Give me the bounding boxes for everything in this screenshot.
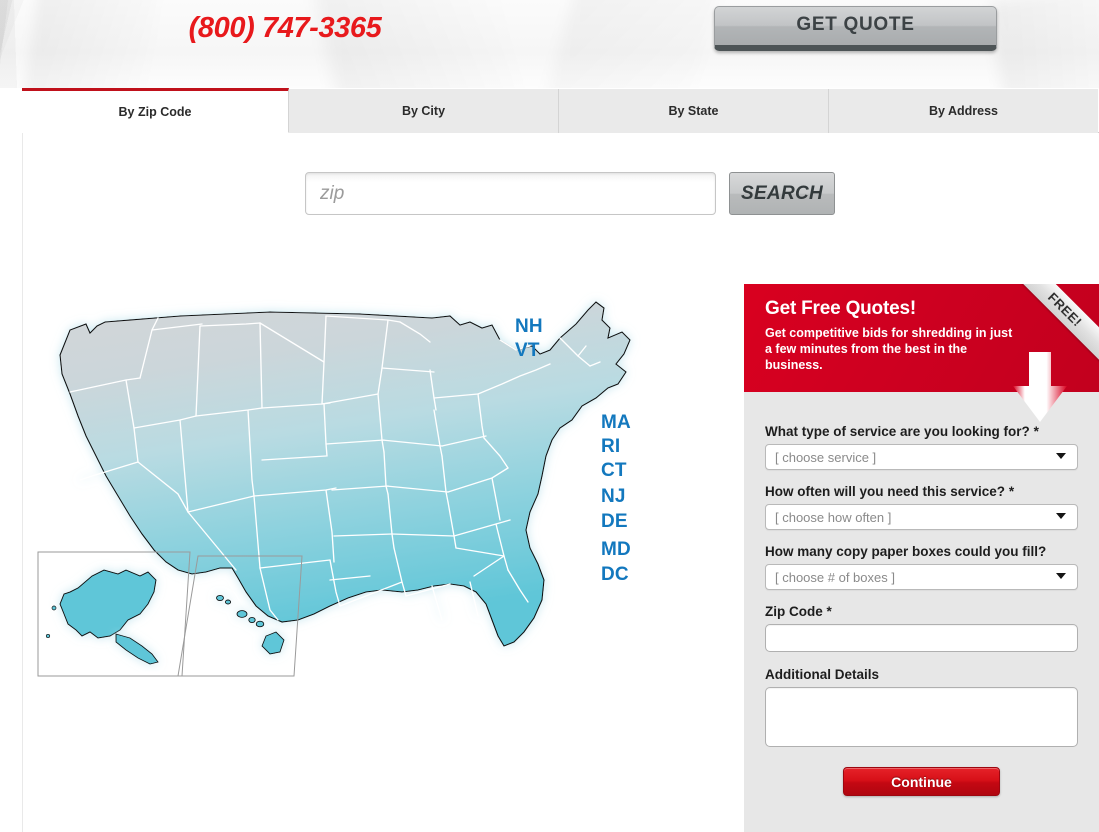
field-label-boxes: How many copy paper boxes could you fill…: [765, 543, 1078, 560]
search-button[interactable]: SEARCH: [729, 172, 835, 215]
field-label-details: Additional Details: [765, 666, 1078, 683]
page-header: (800) 747-3365 GET QUOTE: [0, 0, 1099, 88]
state-label-de[interactable]: DE: [601, 511, 628, 533]
header-texture-shred: [988, 0, 1099, 88]
tab-by-state[interactable]: By State: [559, 89, 829, 133]
zip-code-field[interactable]: [765, 624, 1078, 652]
boxes-select-wrap: [ choose # of boxes ]: [765, 564, 1078, 590]
search-mode-tabs: By Zip Code By City By State By Address: [22, 88, 1099, 133]
zip-search-input[interactable]: [305, 172, 716, 215]
phone-number[interactable]: (800) 747-3365: [120, 12, 450, 45]
label-text: Zip Code: [765, 604, 823, 619]
get-quote-button[interactable]: GET QUOTE: [714, 6, 997, 51]
label-text: Additional Details: [765, 667, 880, 682]
required-marker: *: [826, 604, 832, 619]
search-row: SEARCH: [305, 172, 835, 215]
additional-details-field[interactable]: [765, 687, 1078, 747]
quote-form: What type of service are you looking for…: [744, 392, 1099, 796]
tab-by-address[interactable]: By Address: [829, 89, 1098, 133]
state-label-vt[interactable]: VT: [515, 340, 540, 362]
boxes-select[interactable]: [ choose # of boxes ]: [765, 564, 1078, 590]
quote-panel-title: Get Free Quotes!: [765, 298, 916, 319]
map-alaska-inset: [37, 551, 191, 677]
tab-label: By State: [668, 104, 719, 118]
frequency-select[interactable]: [ choose how often ]: [765, 504, 1078, 530]
tab-by-zip-code[interactable]: By Zip Code: [22, 88, 289, 133]
field-label-frequency: How often will you need this service? *: [765, 483, 1078, 500]
continue-button[interactable]: Continue: [843, 767, 1000, 796]
get-free-quotes-panel: Get Free Quotes! Get competitive bids fo…: [744, 284, 1099, 832]
frequency-select-wrap: [ choose how often ]: [765, 504, 1078, 530]
state-label-nh[interactable]: NH: [515, 316, 543, 338]
header-texture-shred: [540, 0, 720, 88]
tab-label: By City: [401, 104, 446, 118]
field-label-zip: Zip Code *: [765, 603, 1078, 620]
service-select-wrap: [ choose service ]: [765, 444, 1078, 470]
required-marker: *: [1033, 424, 1039, 439]
tab-by-city[interactable]: By City: [289, 89, 559, 133]
state-label-nj[interactable]: NJ: [601, 486, 626, 508]
tab-label: By Zip Code: [118, 104, 192, 119]
state-label-dc[interactable]: DC: [601, 564, 629, 586]
label-text: How many copy paper boxes could you fill…: [765, 544, 1047, 559]
label-text: How often will you need this service?: [765, 484, 1006, 499]
state-label-ct[interactable]: CT: [601, 460, 627, 482]
page-left-border: [22, 88, 23, 832]
state-label-md[interactable]: MD: [601, 539, 631, 561]
tab-label: By Address: [928, 104, 998, 118]
state-label-ri[interactable]: RI: [601, 436, 620, 458]
label-text: What type of service are you looking for…: [765, 424, 1030, 439]
service-select[interactable]: [ choose service ]: [765, 444, 1078, 470]
down-arrow-icon: [1013, 352, 1067, 422]
required-marker: *: [1008, 484, 1015, 499]
usa-map[interactable]: NH VT MA RI CT NJ DE MD DC: [30, 280, 730, 700]
state-label-ma[interactable]: MA: [601, 412, 631, 434]
quote-panel-subtitle: Get competitive bids for shredding in ju…: [765, 326, 1013, 372]
field-label-service: What type of service are you looking for…: [765, 423, 1078, 440]
